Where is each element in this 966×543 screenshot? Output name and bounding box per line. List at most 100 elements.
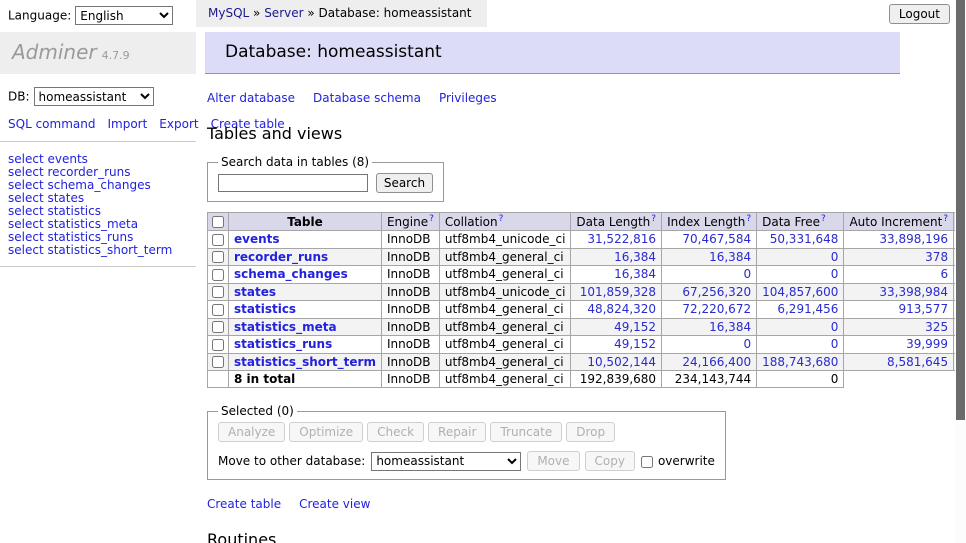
total-collation-cell: utf8mb4_general_ci: [439, 371, 571, 388]
help-link[interactable]: ?: [821, 214, 826, 224]
page-body: Alter databaseDatabase schemaPrivileges …: [196, 91, 966, 543]
sidebar-action-import[interactable]: Import: [107, 117, 147, 131]
header-checkbox-cell: [208, 213, 229, 231]
select-all-checkbox[interactable]: [212, 216, 224, 228]
sidebar-select-link[interactable]: select statistics_meta: [8, 217, 138, 231]
table-row: eventsInnoDButf8mb4_unicode_ci31,522,816…: [208, 231, 966, 249]
sidebar-action-export[interactable]: Export: [159, 117, 198, 131]
sidebar-divider-top: [0, 141, 196, 142]
drop-button[interactable]: Drop: [566, 422, 615, 442]
overwrite-checkbox[interactable]: [641, 456, 653, 468]
table-name-link[interactable]: states: [234, 285, 276, 299]
db-selector-row: DB:homeassistant: [0, 74, 196, 108]
search-fieldset: Search data in tables (8) Search: [207, 155, 444, 202]
engine-cell: InnoDB: [381, 353, 439, 371]
row-checkbox[interactable]: [212, 339, 224, 351]
language-select[interactable]: English: [75, 6, 173, 25]
language-label: Language:: [8, 9, 71, 23]
create-view-link[interactable]: Create view: [299, 497, 370, 511]
auto-increment-cell: 33,898,196: [844, 231, 954, 249]
help-link[interactable]: ?: [499, 214, 504, 224]
collation-cell: utf8mb4_general_ci: [439, 301, 571, 319]
app-name[interactable]: Adminer: [12, 40, 97, 64]
sidebar: Language: English Adminer 4.7.9 DB:homeass…: [0, 0, 196, 543]
auto-increment-cell: 39,999: [844, 336, 954, 354]
row-checkbox[interactable]: [212, 321, 224, 333]
repair-button[interactable]: Repair: [428, 422, 486, 442]
engine-cell: InnoDB: [381, 266, 439, 284]
analyze-button[interactable]: Analyze: [218, 422, 285, 442]
tables-heading: Tables and views: [207, 124, 966, 143]
sidebar-action-sql-command[interactable]: SQL command: [8, 117, 95, 131]
row-checkbox[interactable]: [212, 234, 224, 246]
row-checkbox[interactable]: [212, 251, 224, 263]
table-row: statistics_short_termInnoDButf8mb4_gener…: [208, 353, 966, 371]
page-title: Database: homeassistant: [205, 32, 900, 74]
row-checkbox[interactable]: [212, 286, 224, 298]
table-row: schema_changesInnoDButf8mb4_general_ci16…: [208, 266, 966, 284]
logout-button[interactable]: Logout: [889, 4, 950, 24]
table-name-link[interactable]: statistics_meta: [234, 320, 337, 334]
main-content: MySQL » Server » Database: homeassistant…: [196, 0, 966, 543]
check-button[interactable]: Check: [367, 422, 424, 442]
sidebar-select-link[interactable]: select statistics_short_term: [8, 243, 172, 257]
breadcrumb-link-server[interactable]: Server: [264, 6, 303, 20]
table-name-link[interactable]: statistics_runs: [234, 337, 332, 351]
table-row: statisticsInnoDButf8mb4_general_ci48,824…: [208, 301, 966, 319]
create-table-link[interactable]: Create table: [207, 497, 281, 511]
move-label: Move to other database:: [218, 454, 365, 468]
move-button[interactable]: Move: [527, 451, 579, 471]
db-select[interactable]: homeassistant: [34, 87, 154, 106]
breadcrumb-separator: »: [249, 6, 264, 20]
row-checkbox[interactable]: [212, 269, 224, 281]
vertical-scrollbar[interactable]: [955, 0, 966, 543]
database-links: Alter database Database schema Privileges: [207, 91, 966, 105]
data-free-cell: 0: [757, 248, 844, 266]
scrollbar-thumb[interactable]: [956, 0, 965, 420]
table-row: statistics_runsInnoDButf8mb4_general_ci4…: [208, 336, 966, 354]
help-link[interactable]: ?: [943, 214, 948, 224]
sidebar-select-link[interactable]: select recorder_runs: [8, 165, 131, 179]
breadcrumb: MySQL » Server » Database: homeassistant: [196, 0, 487, 27]
sidebar-select-link[interactable]: select states: [8, 191, 84, 205]
row-checkbox[interactable]: [212, 356, 224, 368]
help-link[interactable]: ?: [429, 214, 434, 224]
row-checkbox[interactable]: [212, 304, 224, 316]
selected-buttons: AnalyzeOptimizeCheckRepairTruncateDrop: [218, 422, 715, 442]
move-database-select[interactable]: homeassistant: [371, 452, 521, 471]
table-name-link[interactable]: schema_changes: [234, 267, 348, 281]
db-link-database-schema[interactable]: Database schema: [313, 91, 421, 105]
db-link-privileges[interactable]: Privileges: [439, 91, 497, 105]
data-free-cell: 0: [757, 318, 844, 336]
help-link[interactable]: ?: [746, 214, 751, 224]
table-name-link[interactable]: recorder_runs: [234, 250, 328, 264]
truncate-button[interactable]: Truncate: [490, 422, 562, 442]
table-name-link[interactable]: events: [234, 232, 280, 246]
table-name-link[interactable]: statistics_short_term: [234, 355, 376, 369]
data-length-cell: 31,522,816: [571, 231, 662, 249]
sidebar-select-link[interactable]: select statistics: [8, 204, 101, 218]
data-length-cell: 101,859,328: [571, 283, 662, 301]
engine-cell: InnoDB: [381, 301, 439, 319]
index-length-cell: 16,384: [662, 248, 757, 266]
db-link-alter-database[interactable]: Alter database: [207, 91, 295, 105]
auto-increment-cell: 6: [844, 266, 954, 284]
table-name-link[interactable]: statistics: [234, 302, 296, 316]
help-link[interactable]: ?: [651, 214, 656, 224]
total-index-length-cell: 234,143,744: [662, 371, 757, 388]
search-legend: Search data in tables (8): [218, 155, 372, 169]
sidebar-select-link[interactable]: select statistics_runs: [8, 230, 133, 244]
breadcrumb-link-mysql[interactable]: MySQL: [208, 6, 249, 20]
column-header-engine: Engine?: [381, 213, 439, 231]
column-header-table: Table: [229, 213, 382, 231]
column-header-data-length: Data Length?: [571, 213, 662, 231]
search-button[interactable]: Search: [376, 173, 433, 193]
table-search-input[interactable]: [218, 174, 368, 192]
data-free-cell: 0: [757, 336, 844, 354]
optimize-button[interactable]: Optimize: [289, 422, 363, 442]
sidebar-select-link[interactable]: select events: [8, 152, 88, 166]
app-version: 4.7.9: [102, 49, 130, 62]
copy-button[interactable]: Copy: [585, 451, 635, 471]
auto-increment-cell: 8,581,645: [844, 353, 954, 371]
sidebar-select-link[interactable]: select schema_changes: [8, 178, 151, 192]
